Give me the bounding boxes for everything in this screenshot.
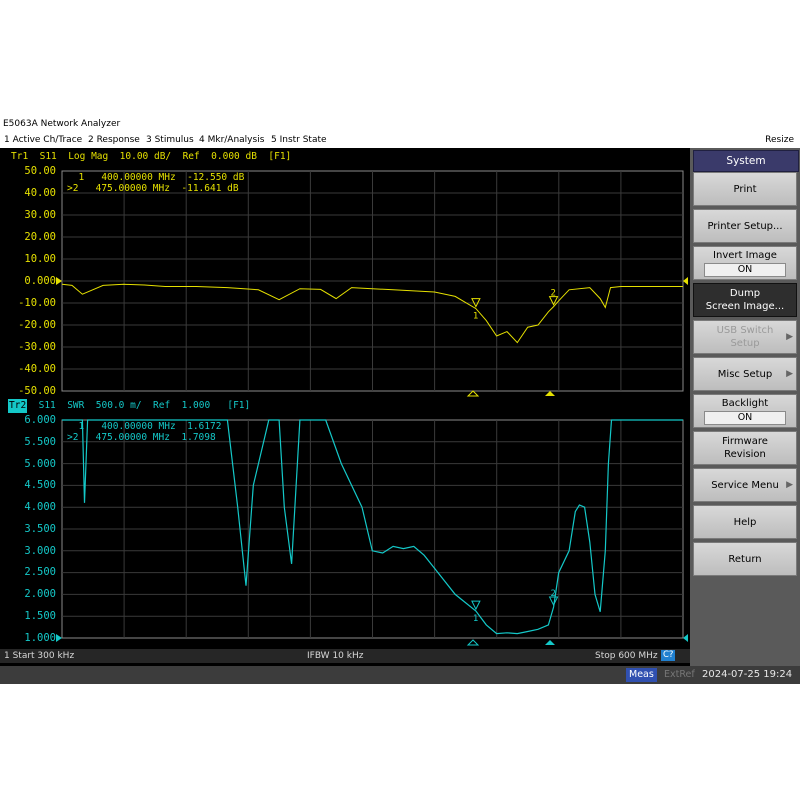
backlight-label: Backlight [721, 398, 769, 409]
usb-switch-setup-button[interactable]: USB Switch Setup ▶ [693, 320, 797, 354]
menu-active-ch-trace[interactable]: 1 Active Ch/Trace [4, 132, 82, 148]
return-label: Return [728, 553, 762, 565]
softkey-panel: System Print Printer Setup... Invert Ima… [690, 148, 800, 666]
usb-switch-label: USB Switch [716, 325, 774, 336]
menu-stimulus[interactable]: 3 Stimulus [146, 132, 194, 148]
status-line: 1 Start 300 kHz IFBW 10 kHz Stop 600 MHz… [0, 649, 690, 663]
marker-number-label: 2 [551, 289, 556, 299]
stop-frequency[interactable]: Stop 600 MHz [595, 649, 658, 663]
firmware-label-line2: Revision [724, 449, 766, 460]
menu-bar: 1 Active Ch/Trace 2 Response 3 Stimulus … [0, 132, 800, 148]
help-button[interactable]: Help [693, 505, 797, 539]
backlight-button[interactable]: Backlight ON [693, 394, 797, 428]
marker-number-label: 1 [473, 312, 478, 322]
submenu-arrow-icon: ▶ [786, 332, 793, 342]
trace2-marker-1-readout: 1 400.00000 MHz 1.6172 [67, 421, 221, 432]
marker-number-label: 1 [473, 614, 478, 624]
print-button[interactable]: Print [693, 172, 797, 206]
dump-label: Dump [729, 288, 761, 299]
invert-image-button[interactable]: Invert Image ON [693, 246, 797, 280]
channel-badge: C? [661, 650, 676, 661]
trace1-ref-left-indicator [56, 277, 62, 285]
menu-response[interactable]: 2 Response [88, 132, 140, 148]
backlight-value: ON [704, 411, 786, 425]
misc-setup-label: Misc Setup [717, 368, 773, 380]
trace1-marker-1-readout: 1 400.00000 MHz -12.550 dB [67, 172, 245, 183]
printer-setup-button[interactable]: Printer Setup... [693, 209, 797, 243]
trace2-marker-2-tab[interactable] [545, 640, 555, 645]
date-time: 2024-07-25 19:24 [702, 669, 793, 680]
plots-svg[interactable]: 1 400.00000 MHz -12.550 dB >2 475.00000 … [0, 148, 690, 649]
menu-mkr-analysis[interactable]: 4 Mkr/Analysis [199, 132, 264, 148]
title-bar: E5063A Network Analyzer [0, 117, 800, 132]
printer-setup-label: Printer Setup... [707, 220, 783, 232]
trace1-ref-right-indicator [683, 277, 688, 285]
start-frequency[interactable]: 1 Start 300 kHz [4, 649, 74, 663]
meas-indicator: Meas [626, 668, 657, 682]
trace2-marker-1-tab[interactable] [466, 639, 480, 646]
print-label: Print [733, 183, 757, 195]
instrument-status-bar: Meas ExtRef 2024-07-25 19:24 [0, 666, 800, 684]
instrument-screen: Tr1 S11 Log Mag 10.00 dB/ Ref 0.000 dB [… [0, 148, 800, 684]
plot-area: Tr1 S11 Log Mag 10.00 dB/ Ref 0.000 dB [… [0, 148, 690, 684]
misc-setup-button[interactable]: Misc Setup ▶ [693, 357, 797, 391]
menu-resize[interactable]: Resize [765, 132, 794, 148]
ifbw[interactable]: IFBW 10 kHz [307, 649, 363, 663]
firmware-revision-button[interactable]: Firmware Revision [693, 431, 797, 465]
dump-screen-image-button[interactable]: Dump Screen Image... [693, 283, 797, 317]
service-menu-button[interactable]: Service Menu ▶ [693, 468, 797, 502]
service-menu-label: Service Menu [711, 479, 779, 491]
invert-image-label: Invert Image [713, 250, 777, 261]
help-label: Help [733, 516, 757, 528]
return-button[interactable]: Return [693, 542, 797, 576]
trace2-ref-left-indicator [56, 634, 62, 642]
menu-instr-state[interactable]: 5 Instr State [271, 132, 327, 148]
submenu-arrow-icon: ▶ [786, 369, 793, 379]
firmware-label: Firmware [722, 436, 768, 447]
trace1-marker-2-tab[interactable] [545, 391, 555, 396]
window-title: E5063A Network Analyzer [3, 119, 121, 129]
trace1-marker-1-tab[interactable] [466, 390, 480, 397]
submenu-arrow-icon: ▶ [786, 480, 793, 490]
dump-label-line2: Screen Image... [705, 301, 785, 312]
trace1-marker-2-readout: >2 475.00000 MHz -11.641 dB [67, 183, 239, 194]
softkey-menu-title: System [693, 150, 799, 172]
usb-switch-label-line2: Setup [730, 338, 760, 349]
network-analyzer-window: E5063A Network Analyzer 1 Active Ch/Trac… [0, 117, 800, 684]
marker-number-label: 2 [551, 589, 556, 599]
invert-image-value: ON [704, 263, 786, 277]
trace2-ref-right-indicator [683, 634, 688, 642]
trace2-marker-2-readout: >2 475.00000 MHz 1.7098 [67, 432, 216, 443]
extref-indicator: ExtRef [664, 669, 695, 680]
